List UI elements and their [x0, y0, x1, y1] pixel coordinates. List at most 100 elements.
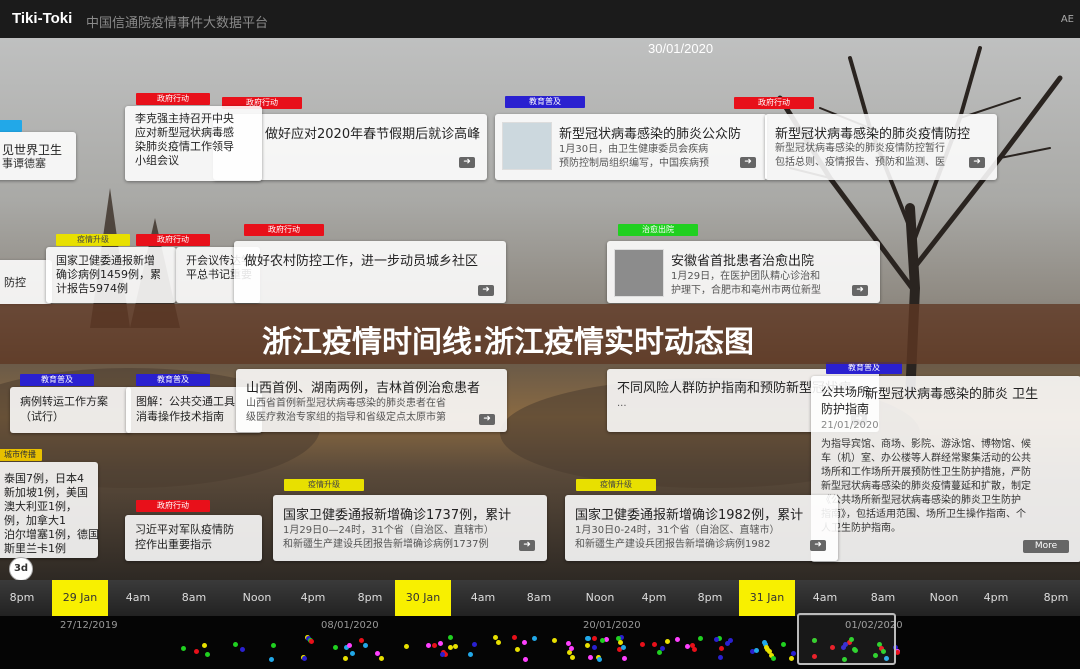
- event-desc: 事谭德塞: [2, 157, 46, 170]
- overview-event-dot: [622, 655, 628, 661]
- time-scale-tick: 8am: [526, 591, 552, 604]
- event-card[interactable]: 新型冠状病毒感染的肺炎公众防 1月30日，由卫生健康委员会疾病 预防控制局组织编…: [495, 114, 767, 180]
- category-tag: [0, 120, 22, 132]
- event-desc: 1月30日0-24时，31个省（自治区、直辖市）: [575, 525, 780, 536]
- event-card[interactable]: 泰国7例，日本4 新加坡1例，美国 澳大利亚1例， 例，加拿大1 泊尔增塞1例，…: [0, 462, 99, 558]
- article-banner: 浙江疫情时间线:浙江疫情实时动态图: [0, 304, 1080, 364]
- event-card[interactable]: 安徽省首批患者治愈出院 1月29日，在医护团队精心诊治和 护理下，合肥市和亳州市…: [607, 241, 880, 303]
- overview-event-dot: [697, 636, 703, 642]
- overview-event-dot: [453, 643, 459, 649]
- event-card[interactable]: 山西首例、湖南两例，吉林首例治愈患者 山西省首例新型冠状病毒感染的肺炎患者在省 …: [236, 369, 507, 432]
- header-corner-text: AE: [1060, 14, 1074, 25]
- time-scale-tick: Noon: [929, 591, 959, 604]
- event-title: 新型冠状病毒感染的肺炎 卫生: [865, 387, 1039, 402]
- overview-event-dot: [432, 643, 438, 649]
- event-line: 小组会议: [135, 154, 179, 167]
- event-title: 国家卫健委通报新增确诊1737例，累计: [283, 508, 512, 523]
- overview-event-dot: [599, 637, 605, 643]
- event-title: 国家卫健委通报新增确诊1982例，累计: [575, 508, 804, 523]
- time-scale-tick: 4pm: [641, 591, 667, 604]
- time-scale-tick: 8pm: [697, 591, 723, 604]
- expand-arrow-icon[interactable]: ➜: [479, 414, 495, 425]
- event-body-line: 车（机）室、办公楼等人群经常聚集活动的公共: [821, 453, 1031, 464]
- overview-event-dot: [521, 639, 527, 645]
- event-title: 防控: [4, 276, 26, 289]
- platform-title: 中国信通院疫情事件大数据平台: [86, 16, 269, 31]
- event-line: 例，加拿大1: [4, 514, 66, 527]
- expand-arrow-icon[interactable]: ➜: [478, 285, 494, 296]
- time-scale-tick: 8am: [181, 591, 207, 604]
- event-line: 新加坡1例，美国: [4, 486, 88, 499]
- event-card[interactable]: 国家卫健委通报新增确诊1737例，累计 1月29日0—24时，31个省（自治区、…: [273, 495, 547, 561]
- expand-arrow-icon[interactable]: ➜: [740, 157, 756, 168]
- event-body-line: 场所和工作场所开展预防性卫生防护措施，严防: [821, 467, 1031, 478]
- category-tag-spread: 城市传播: [0, 449, 42, 461]
- category-tag-government: 政府行动: [734, 97, 814, 109]
- overview-viewport-handle[interactable]: [797, 613, 896, 665]
- event-card[interactable]: 李克强主持召开中央 应对新型冠状病毒感 染肺炎疫情工作领导 小组会议: [125, 106, 262, 181]
- category-tag-education: 教育普及: [505, 96, 585, 108]
- time-scale-tick: 8pm: [357, 591, 383, 604]
- event-card[interactable]: 国家卫健委通报新增 确诊病例1459例，累 计报告5974例: [46, 247, 176, 303]
- overview-event-dot: [332, 645, 338, 651]
- event-title: 新型冠状病毒感染的肺炎公众防: [559, 127, 742, 142]
- zoom-level-button[interactable]: 3d: [9, 557, 33, 581]
- overview-event-dot: [205, 652, 211, 658]
- event-card[interactable]: 防控: [0, 260, 52, 304]
- event-desc: 预防控制局组织编写，中国疾病预: [559, 158, 709, 169]
- event-desc: 1月30日，由卫生健康委员会疾病: [559, 144, 709, 155]
- overview-event-dot: [764, 646, 770, 652]
- overview-event-dot: [268, 656, 274, 662]
- overview-event-dot: [640, 641, 646, 647]
- event-line: 泰国7例，日本4: [4, 472, 84, 485]
- event-card-expanded[interactable]: 新型冠状病毒感染的肺炎 卫生 公共场所 防护指南 21/01/2020 为指导宾…: [811, 376, 1080, 562]
- category-tag-government: 政府行动: [136, 234, 210, 246]
- expand-arrow-icon[interactable]: ➜: [519, 540, 535, 551]
- overview-event-dot: [439, 651, 445, 657]
- overview-event-dot: [652, 641, 657, 647]
- event-line: 泊尔增塞1例，德国: [4, 528, 99, 541]
- time-scale-tick: 8am: [870, 591, 896, 604]
- more-button[interactable]: More: [1023, 540, 1069, 553]
- banner-title: 浙江疫情时间线:浙江疫情实时动态图: [262, 325, 754, 360]
- overview-event-dot: [511, 634, 517, 640]
- overview-event-dot: [379, 656, 385, 662]
- time-scale-tick: Noon: [242, 591, 272, 604]
- overview-event-dot: [309, 639, 315, 645]
- event-card[interactable]: 病例转运工作方案 （试行）: [10, 387, 131, 433]
- expand-arrow-icon[interactable]: ➜: [810, 540, 826, 551]
- event-card[interactable]: 新型冠状病毒感染的肺炎疫情防控 新型冠状病毒感染的肺炎疫情防控暂行 包括总则、疫…: [765, 114, 997, 180]
- event-card[interactable]: 见世界卫生 事谭德塞: [0, 132, 76, 180]
- overview-event-dot: [363, 643, 369, 649]
- event-line: （试行）: [20, 410, 64, 423]
- event-line: 计报告5974例: [56, 282, 128, 295]
- overview-event-dot: [770, 656, 776, 662]
- expand-arrow-icon[interactable]: ➜: [969, 157, 985, 168]
- event-body-line: 指南》，包括适用范围、场所卫生操作指南、个: [821, 509, 1026, 520]
- overview-event-dot: [468, 652, 474, 658]
- overview-event-dot: [194, 648, 200, 654]
- time-scale-tick: 8pm: [9, 591, 35, 604]
- expand-arrow-icon[interactable]: ➜: [852, 285, 868, 296]
- overview-event-dot: [515, 647, 521, 653]
- overview-event-dot: [656, 649, 662, 655]
- event-card[interactable]: 习近平对军队疫情防 控作出重要指示: [125, 515, 262, 561]
- overview-event-dot: [551, 638, 557, 644]
- time-scale-tick: 4am: [812, 591, 838, 604]
- overview-event-dot: [202, 642, 208, 648]
- event-title: 公共场所: [821, 385, 870, 399]
- overview-timeline[interactable]: 27/12/2019 08/01/2020 20/01/2020 01/02/2…: [0, 616, 1080, 669]
- event-card[interactable]: 国家卫健委通报新增确诊1982例，累计 1月30日0-24时，31个省（自治区、…: [565, 495, 838, 561]
- overview-event-dot: [665, 639, 671, 645]
- overview-event-dot: [374, 650, 380, 656]
- event-line: 消毒操作技术指南: [136, 410, 224, 423]
- event-card[interactable]: 做好农村防控工作，进一步动员城乡社区 ➜: [234, 241, 506, 303]
- timeline-date-label: 30/01/2020: [648, 41, 714, 56]
- event-desc: ...: [617, 398, 627, 409]
- time-scale-tick: 4pm: [300, 591, 326, 604]
- expand-arrow-icon[interactable]: ➜: [459, 157, 475, 168]
- overview-event-dot: [302, 656, 308, 662]
- time-scale-tick: 4pm: [983, 591, 1009, 604]
- time-scale-bar[interactable]: 8pm 29 Jan 4am 8am Noon 4pm 8pm 30 Jan 4am 8am Noo…: [0, 580, 1080, 616]
- overview-event-dot: [718, 654, 724, 660]
